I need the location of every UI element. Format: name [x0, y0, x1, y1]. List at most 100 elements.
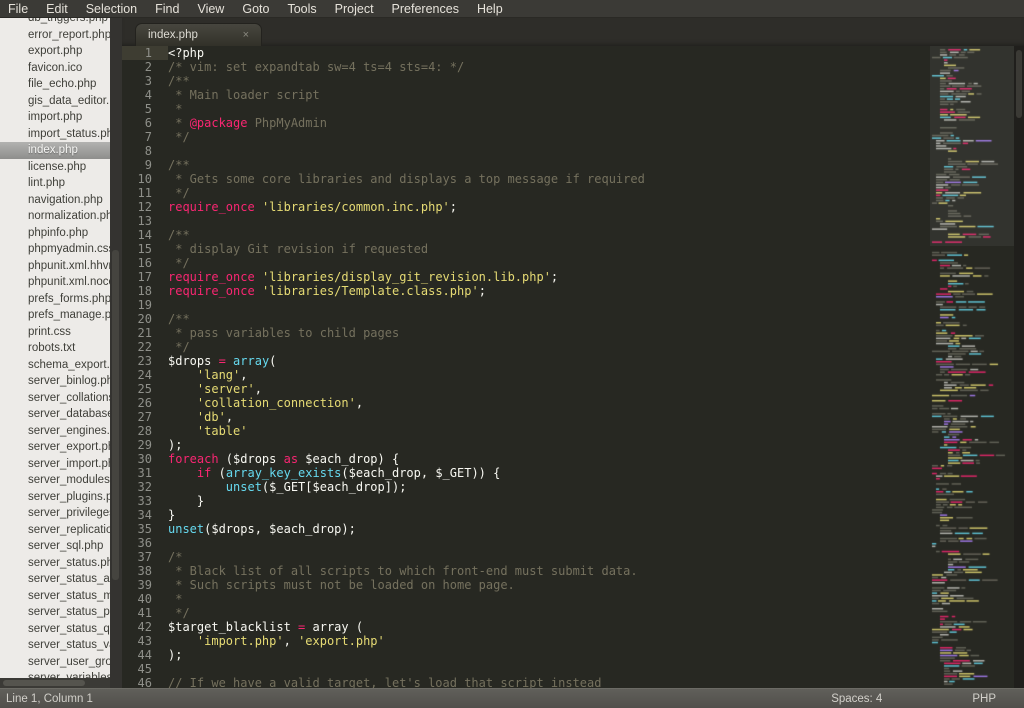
- sidebar-item-schema-export-p[interactable]: schema_export.p: [0, 357, 110, 374]
- syntax-indicator[interactable]: PHP: [972, 693, 996, 705]
- code-line-40[interactable]: 40 *: [122, 592, 930, 606]
- code-line-43[interactable]: 43 'import.php', 'export.php': [122, 634, 930, 648]
- code-line-21[interactable]: 21 * pass variables to child pages: [122, 326, 930, 340]
- menu-item-view[interactable]: View: [188, 0, 233, 18]
- sidebar-item-print-css[interactable]: print.css: [0, 324, 110, 341]
- sidebar-item-export-php[interactable]: export.php: [0, 43, 110, 60]
- code-line-33[interactable]: 33 }: [122, 494, 930, 508]
- code-line-8[interactable]: 8: [122, 144, 930, 158]
- code-line-6[interactable]: 6 * @package PhpMyAdmin: [122, 116, 930, 130]
- code-line-14[interactable]: 14/**: [122, 228, 930, 242]
- code-line-31[interactable]: 31 if (array_key_exists($each_drop, $_GE…: [122, 466, 930, 480]
- editor-vertical-scrollbar[interactable]: [1014, 46, 1024, 688]
- sidebar-item-favicon-ico[interactable]: favicon.ico: [0, 60, 110, 77]
- sidebar-item-server-binlog-ph[interactable]: server_binlog.ph: [0, 373, 110, 390]
- sidebar-item-server-variables[interactable]: server_variables: [0, 670, 110, 678]
- code-line-46[interactable]: 46// If we have a valid target, let's lo…: [122, 676, 930, 688]
- code-line-32[interactable]: 32 unset($_GET[$each_drop]);: [122, 480, 930, 494]
- sidebar-item-navigation-php[interactable]: navigation.php: [0, 192, 110, 209]
- sidebar-item-server-replicatio[interactable]: server_replicatio: [0, 522, 110, 539]
- sidebar-item-server-plugins-p[interactable]: server_plugins.p: [0, 489, 110, 506]
- code-line-24[interactable]: 24 'lang',: [122, 368, 930, 382]
- code-line-22[interactable]: 22 */: [122, 340, 930, 354]
- sidebar-vertical-scrollbar[interactable]: [110, 18, 122, 688]
- sidebar-item-server-status-ph[interactable]: server_status.ph: [0, 555, 110, 572]
- code-line-34[interactable]: 34}: [122, 508, 930, 522]
- sidebar-item-normalization-ph[interactable]: normalization.ph: [0, 208, 110, 225]
- sidebar-item-error-report-php[interactable]: error_report.php: [0, 27, 110, 44]
- sidebar-item-license-php[interactable]: license.php: [0, 159, 110, 176]
- code-line-42[interactable]: 42$target_blacklist = array (: [122, 620, 930, 634]
- menu-item-edit[interactable]: Edit: [37, 0, 77, 18]
- menu-item-goto[interactable]: Goto: [233, 0, 278, 18]
- code-line-12[interactable]: 12require_once 'libraries/common.inc.php…: [122, 200, 930, 214]
- sidebar-item-file-echo-php[interactable]: file_echo.php: [0, 76, 110, 93]
- sidebar-item-server-engines-p[interactable]: server_engines.p: [0, 423, 110, 440]
- sidebar-item-server-status-ad[interactable]: server_status_ad: [0, 571, 110, 588]
- sidebar-item-server-status-qu[interactable]: server_status_qu: [0, 621, 110, 638]
- sidebar-item-server-export-ph[interactable]: server_export.ph: [0, 439, 110, 456]
- sidebar-item-server-sql-php[interactable]: server_sql.php: [0, 538, 110, 555]
- code-line-3[interactable]: 3/**: [122, 74, 930, 88]
- sidebar-item-import-status-ph[interactable]: import_status.ph: [0, 126, 110, 143]
- code-line-38[interactable]: 38 * Black list of all scripts to which …: [122, 564, 930, 578]
- code-line-18[interactable]: 18require_once 'libraries/Template.class…: [122, 284, 930, 298]
- code-line-11[interactable]: 11 */: [122, 186, 930, 200]
- code-line-41[interactable]: 41 */: [122, 606, 930, 620]
- indentation-indicator[interactable]: Spaces: 4: [831, 693, 882, 705]
- sidebar-vertical-scrollbar-thumb[interactable]: [112, 250, 119, 580]
- sidebar-item-server-import-ph[interactable]: server_import.ph: [0, 456, 110, 473]
- code-line-28[interactable]: 28 'table': [122, 424, 930, 438]
- sidebar-item-db-triggers-php[interactable]: db_triggers.php: [0, 18, 110, 27]
- menu-item-help[interactable]: Help: [468, 0, 512, 18]
- sidebar-item-server-user-grou[interactable]: server_user_grou: [0, 654, 110, 671]
- tab-index-php[interactable]: index.php ×: [135, 23, 262, 46]
- code-line-39[interactable]: 39 * Such scripts must not be loaded on …: [122, 578, 930, 592]
- sidebar-item-index-php[interactable]: index.php: [0, 142, 110, 159]
- editor-vertical-scrollbar-thumb[interactable]: [1016, 50, 1022, 118]
- menu-item-project[interactable]: Project: [326, 0, 383, 18]
- menu-item-selection[interactable]: Selection: [77, 0, 146, 18]
- sidebar-item-server-collations[interactable]: server_collations: [0, 390, 110, 407]
- sidebar-horizontal-scrollbar[interactable]: [0, 678, 110, 688]
- code-line-19[interactable]: 19: [122, 298, 930, 312]
- code-line-27[interactable]: 27 'db',: [122, 410, 930, 424]
- menu-item-preferences[interactable]: Preferences: [383, 0, 468, 18]
- sidebar-item-phpmyadmin-css[interactable]: phpmyadmin.css: [0, 241, 110, 258]
- sidebar-item-phpunit-xml-noco[interactable]: phpunit.xml.noco: [0, 274, 110, 291]
- code-line-7[interactable]: 7 */: [122, 130, 930, 144]
- file-sidebar[interactable]: db_triggers.phperror_report.phpexport.ph…: [0, 18, 110, 678]
- sidebar-item-phpinfo-php[interactable]: phpinfo.php: [0, 225, 110, 242]
- code-line-45[interactable]: 45: [122, 662, 930, 676]
- code-line-37[interactable]: 37/*: [122, 550, 930, 564]
- sidebar-item-prefs-forms-php[interactable]: prefs_forms.php: [0, 291, 110, 308]
- sidebar-item-server-status-pr[interactable]: server_status_pr: [0, 604, 110, 621]
- code-line-20[interactable]: 20/**: [122, 312, 930, 326]
- sidebar-horizontal-scrollbar-thumb[interactable]: [3, 680, 85, 686]
- code-line-4[interactable]: 4 * Main loader script: [122, 88, 930, 102]
- minimap[interactable]: [930, 46, 1014, 688]
- code-line-16[interactable]: 16 */: [122, 256, 930, 270]
- sidebar-item-phpunit-xml-hhvm[interactable]: phpunit.xml.hhvm: [0, 258, 110, 275]
- sidebar-item-prefs-manage-ph[interactable]: prefs_manage.ph: [0, 307, 110, 324]
- code-line-44[interactable]: 44);: [122, 648, 930, 662]
- code-line-15[interactable]: 15 * display Git revision if requested: [122, 242, 930, 256]
- code-line-30[interactable]: 30foreach ($drops as $each_drop) {: [122, 452, 930, 466]
- sidebar-item-server-database[interactable]: server_database: [0, 406, 110, 423]
- tab-close-icon[interactable]: ×: [243, 30, 249, 41]
- code-editor[interactable]: 1<?php2/* vim: set expandtab sw=4 ts=4 s…: [122, 46, 930, 688]
- code-line-35[interactable]: 35unset($drops, $each_drop);: [122, 522, 930, 536]
- sidebar-item-server-privileges[interactable]: server_privileges: [0, 505, 110, 522]
- sidebar-item-gis-data-editor-p[interactable]: gis_data_editor.p: [0, 93, 110, 110]
- menu-item-tools[interactable]: Tools: [278, 0, 325, 18]
- sidebar-item-server-status-m[interactable]: server_status_m: [0, 588, 110, 605]
- code-line-13[interactable]: 13: [122, 214, 930, 228]
- code-line-23[interactable]: 23$drops = array(: [122, 354, 930, 368]
- code-line-26[interactable]: 26 'collation_connection',: [122, 396, 930, 410]
- code-line-29[interactable]: 29);: [122, 438, 930, 452]
- sidebar-item-server-modules-[interactable]: server_modules.: [0, 472, 110, 489]
- sidebar-item-lint-php[interactable]: lint.php: [0, 175, 110, 192]
- sidebar-item-server-status-va[interactable]: server_status_va: [0, 637, 110, 654]
- code-line-10[interactable]: 10 * Gets some core libraries and displa…: [122, 172, 930, 186]
- code-line-9[interactable]: 9/**: [122, 158, 930, 172]
